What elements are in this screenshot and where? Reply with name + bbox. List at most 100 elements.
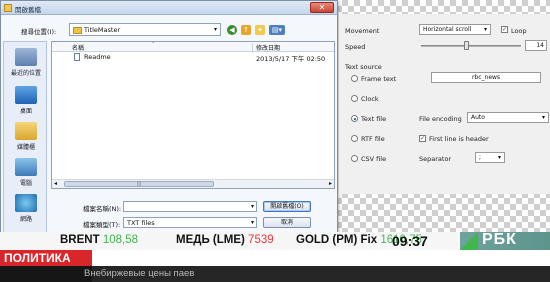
text-file-icon (74, 53, 80, 61)
ticker-item: BRENT 108,58 (60, 234, 138, 246)
desktop-icon (15, 86, 37, 104)
brand-text: РБК (482, 231, 517, 248)
network-icon (15, 194, 37, 212)
close-button[interactable]: ✕ (310, 2, 334, 13)
clock-time: 09:37 (392, 233, 428, 249)
file-encoding-value: Auto (471, 114, 485, 121)
places-bar: 最近的位置 桌面 媒體櫃 電腦 網路 (3, 41, 47, 233)
file-list-header: 名稱 ˄ 修改日期 (52, 42, 334, 53)
folder-icon (73, 27, 82, 34)
filetype-row: 檔案類型(T): TXT files ▾ 取消 (51, 217, 335, 229)
place-label: 網路 (19, 216, 32, 223)
lookin-row: 搜尋位置(I): TitleMaster ▾ ◀ ↑ ✦ ▤▾ (1, 23, 339, 37)
ticker-settings-panel: Movement Horizontal scroll ▾ ✓ Loop Spee… (338, 14, 550, 194)
filename-input[interactable]: ▾ (123, 201, 257, 212)
view-menu-icon[interactable]: ▤▾ (269, 24, 285, 35)
first-line-header-checkbox[interactable]: ✓ (419, 135, 426, 142)
filetype-label: 檔案類型(T): (83, 221, 121, 229)
dialog-title: 開啟舊檔 (15, 6, 41, 14)
lookin-value: TitleMaster (84, 26, 121, 34)
clock-label: Clock (361, 95, 379, 103)
up-folder-icon[interactable]: ↑ (241, 24, 251, 35)
speed-slider-thumb[interactable] (464, 41, 469, 50)
place-label: 桌面 (19, 108, 32, 115)
rtf-file-label: RTF file (361, 135, 385, 143)
movement-value: Horizontal scroll (423, 26, 472, 33)
place-recent[interactable]: 最近的位置 (4, 48, 48, 77)
ticker-value: 7539 (248, 234, 274, 246)
frame-text-input[interactable]: rbc_news (431, 72, 541, 83)
nav-toolbar: ◀ ↑ ✦ ▤▾ (227, 23, 285, 36)
ticker-name: BRENT (60, 234, 100, 246)
csv-file-radio[interactable] (351, 155, 358, 162)
loop-label: Loop (511, 27, 527, 35)
open-file-dialog: 開啟舊檔 ✕ 搜尋位置(I): TitleMaster ▾ ◀ ↑ ✦ ▤▾ 最… (0, 0, 338, 236)
text-source-label: Text source (345, 63, 382, 71)
file-row[interactable]: Readme 2013/5/17 下午 02:50 (52, 52, 334, 63)
cancel-button[interactable]: 取消 (263, 217, 311, 228)
back-arrow-icon[interactable]: ◀ (227, 24, 237, 35)
scroll-left-icon[interactable]: ◂ (54, 180, 57, 187)
place-label: 媒體櫃 (16, 144, 35, 151)
place-computer[interactable]: 電腦 (4, 158, 48, 187)
chevron-down-icon: ▾ (541, 114, 545, 121)
clock-radio[interactable] (351, 95, 358, 102)
file-name: Readme (84, 53, 111, 61)
horizontal-scrollbar[interactable]: ◂ ||| ▸ (52, 179, 334, 188)
open-button[interactable]: 開啟舊檔(O) (263, 201, 311, 212)
chevron-down-icon: ▾ (483, 26, 487, 33)
ticker-item: МЕДЬ (LME) 7539 (176, 234, 274, 246)
computer-icon (15, 158, 37, 176)
lookin-combo[interactable]: TitleMaster ▾ (69, 23, 221, 36)
dialog-titlebar: 開啟舊檔 ✕ (1, 1, 337, 15)
chevron-down-icon: ▾ (250, 219, 254, 226)
movement-label: Movement (345, 27, 380, 35)
file-encoding-select[interactable]: Auto ▾ (467, 112, 549, 123)
first-line-header-label: First line is header (429, 135, 489, 143)
chevron-down-icon: ▾ (250, 203, 254, 210)
separator-value: ; (479, 154, 482, 161)
speed-label: Speed (345, 43, 366, 51)
loop-checkbox[interactable]: ✓ (501, 26, 508, 33)
new-folder-icon[interactable]: ✦ (255, 24, 265, 35)
market-ticker: BRENT 108,58 МЕДЬ (LME) 7539 GOLD (PM) F… (0, 231, 550, 250)
folder-icon (4, 4, 12, 12)
text-file-label: Text file (361, 115, 387, 123)
place-label: 最近的位置 (10, 70, 41, 77)
ticker-name: МЕДЬ (LME) (176, 234, 245, 246)
speed-slider-track[interactable] (421, 45, 521, 47)
place-label: 電腦 (19, 180, 32, 187)
place-network[interactable]: 網路 (4, 194, 48, 223)
recent-places-icon (15, 48, 37, 66)
libraries-icon (15, 122, 37, 140)
separator-label: Separator (419, 155, 452, 163)
scroll-right-icon[interactable]: ▸ (329, 180, 332, 187)
movement-select[interactable]: Horizontal scroll ▾ (419, 24, 491, 35)
news-category: ПОЛИТИКА (0, 250, 92, 266)
column-name[interactable]: 名稱 (72, 43, 84, 52)
frame-text-radio[interactable] (351, 75, 358, 82)
chevron-down-icon: ▾ (213, 26, 217, 33)
rbk-logo: РБК (460, 231, 550, 250)
file-encoding-label: File encoding (419, 115, 462, 123)
filetype-select[interactable]: TXT files ▾ (123, 217, 257, 228)
filename-label: 檔案名稱(N): (83, 205, 122, 213)
sort-arrow-icon: ˄ (152, 42, 155, 48)
place-desktop[interactable]: 桌面 (4, 86, 48, 115)
filename-row: 檔案名稱(N): ▾ 開啟舊檔(O) (51, 201, 335, 213)
scroll-thumb[interactable]: ||| (64, 181, 214, 187)
file-list[interactable]: 名稱 ˄ 修改日期 Readme 2013/5/17 下午 02:50 ◂ ||… (51, 41, 335, 189)
rtf-file-radio[interactable] (351, 135, 358, 142)
place-libraries[interactable]: 媒體櫃 (4, 122, 48, 151)
speed-value[interactable]: 14 (525, 40, 547, 51)
file-date: 2013/5/17 下午 02:50 (256, 55, 326, 63)
news-headline: Внебиржевые цены паев (84, 268, 195, 279)
csv-file-label: CSV file (361, 155, 387, 163)
filetype-value: TXT files (127, 219, 155, 227)
separator-select[interactable]: ; ▾ (475, 152, 505, 163)
chevron-down-icon: ▾ (497, 154, 501, 161)
headline-bar (0, 266, 550, 282)
ticker-name: GOLD (PM) Fix (296, 234, 378, 246)
text-file-radio[interactable] (351, 115, 358, 122)
logo-triangle (460, 232, 478, 250)
